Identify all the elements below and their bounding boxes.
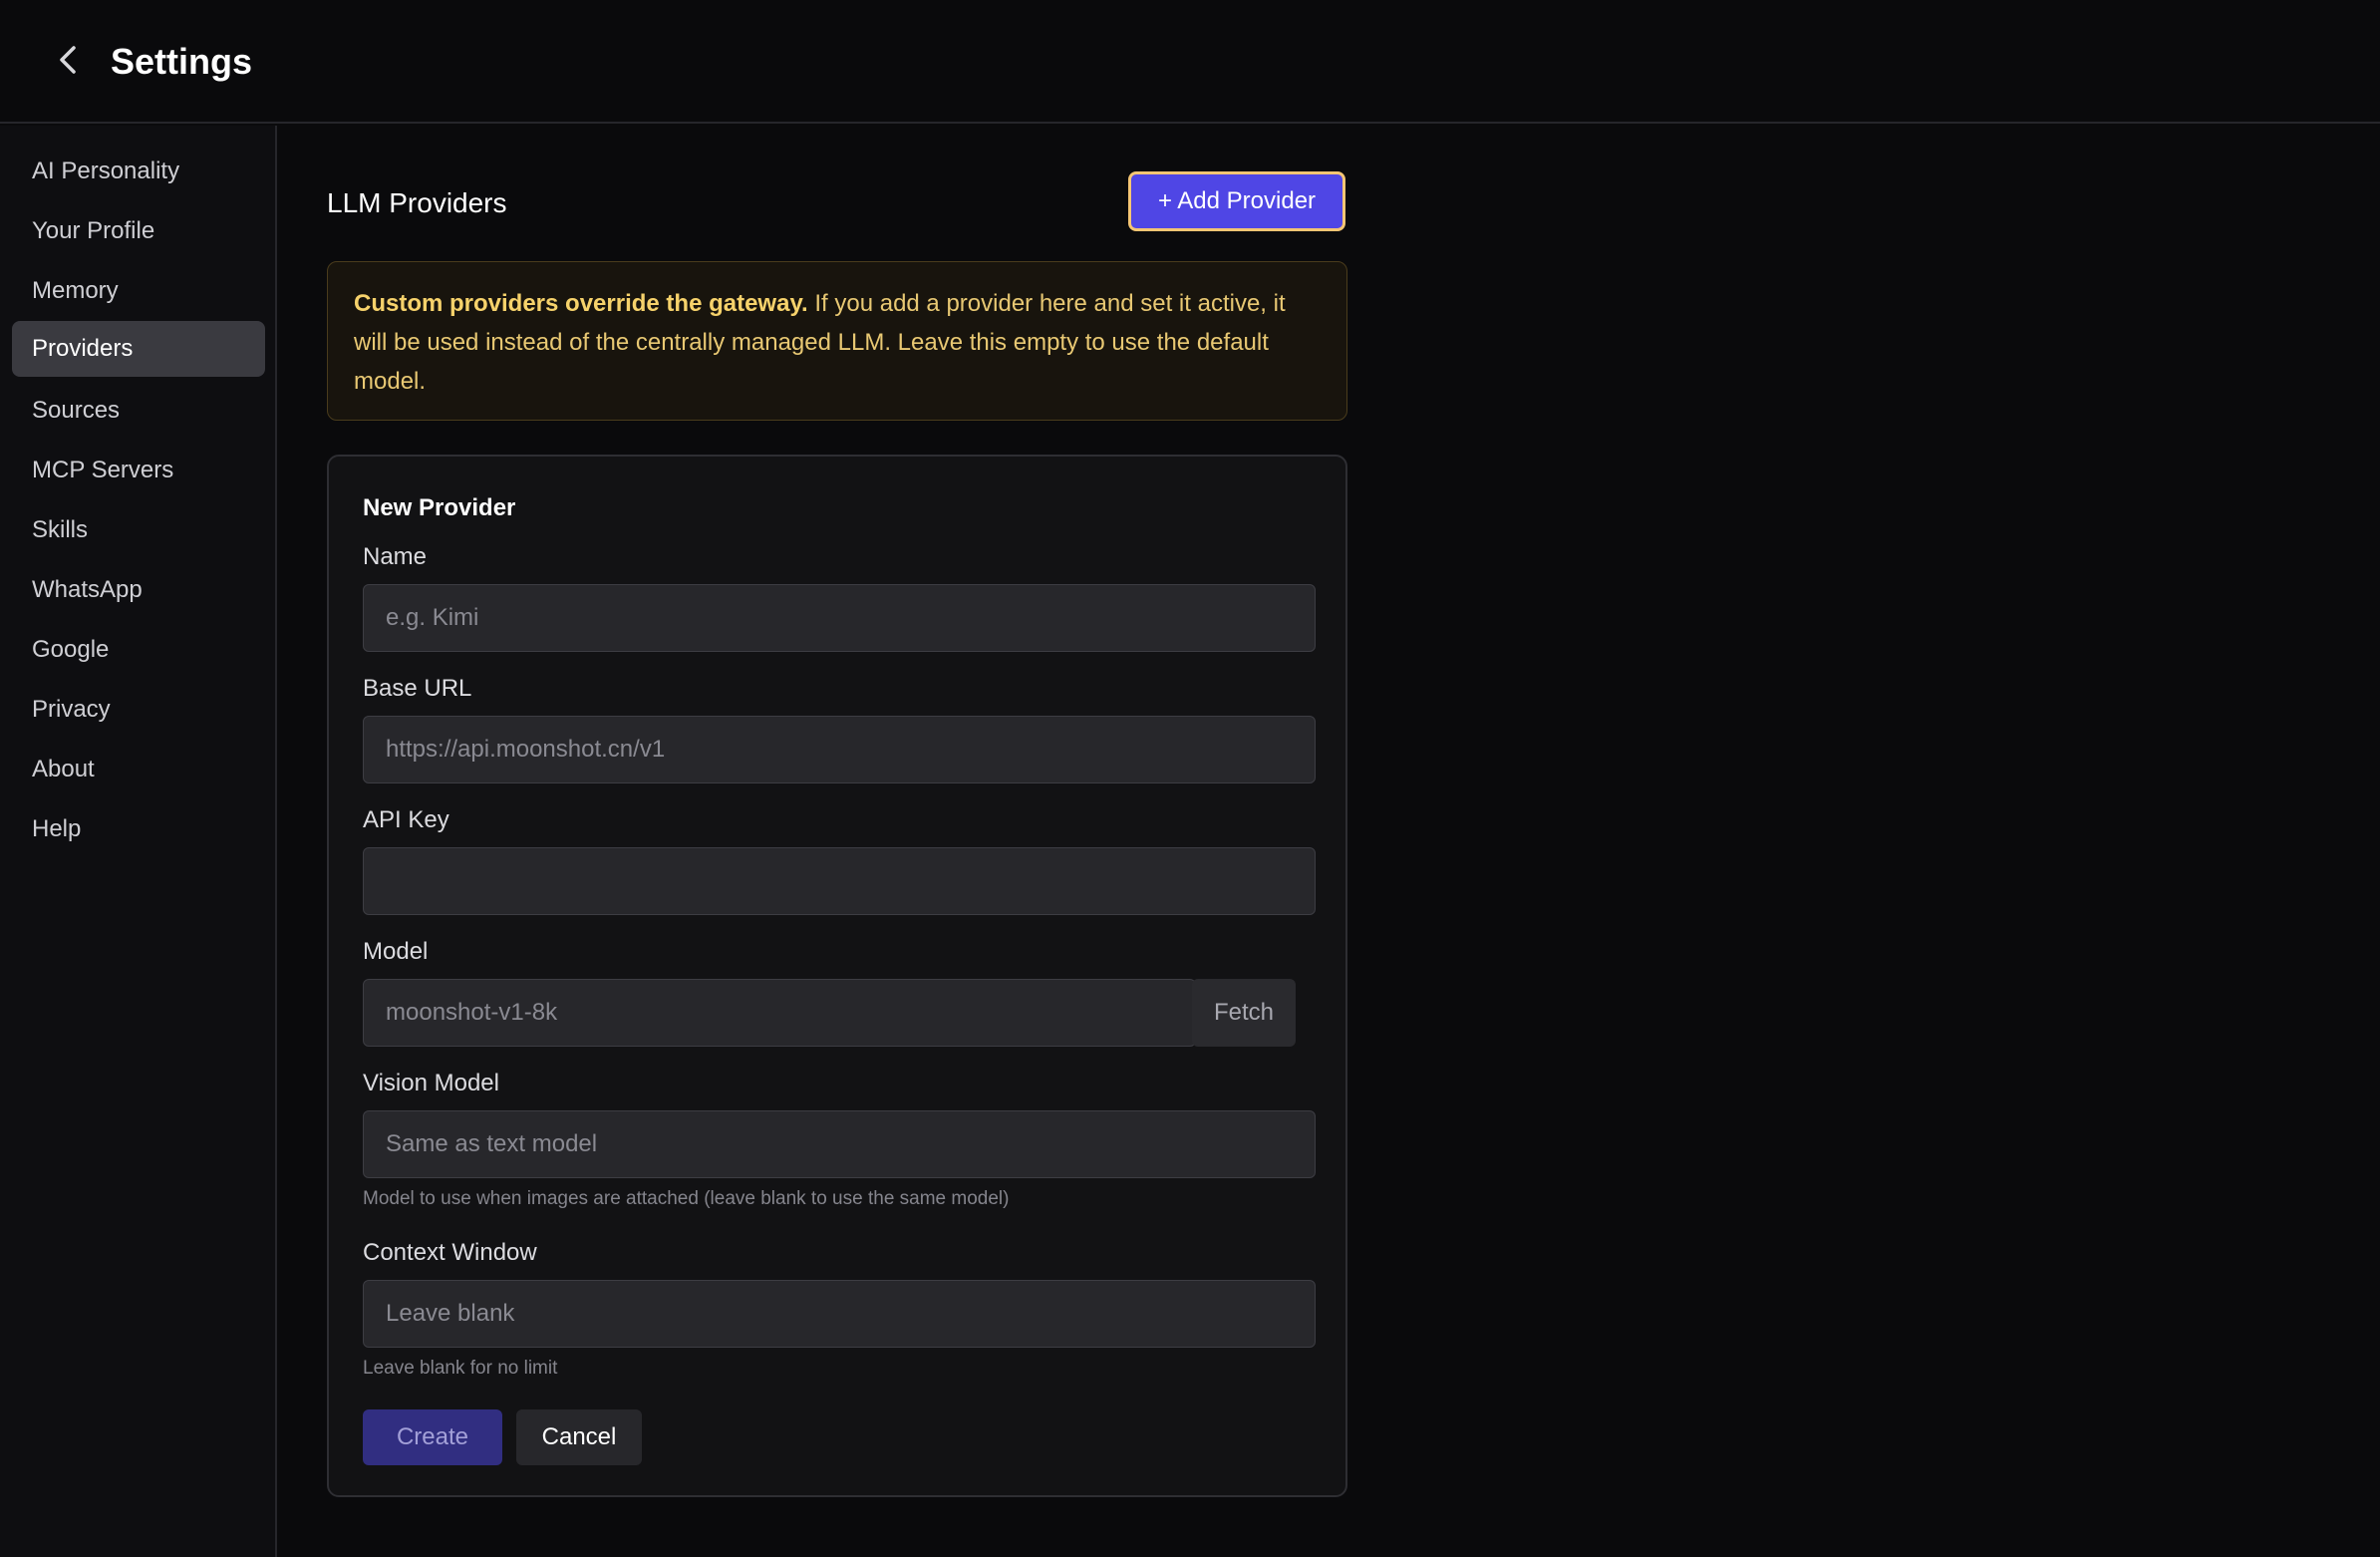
context-window-label: Context Window [363,1239,537,1266]
add-provider-button[interactable]: + Add Provider [1128,171,1345,231]
sidebar-item-help[interactable]: Help [12,801,265,857]
sidebar-item-label: Sources [32,397,121,424]
api-key-input[interactable] [363,847,1316,915]
sidebar-item-about[interactable]: About [12,742,265,797]
sidebar-item-memory[interactable]: Memory [12,263,265,319]
context-window-placeholder: Leave blank [386,1300,515,1327]
override-notice: Custom providers override the gateway. I… [327,261,1347,421]
sidebar-item-label: Memory [32,277,119,304]
sidebar-item-mcp-servers[interactable]: MCP Servers [12,443,265,498]
page-title: Settings [111,41,253,82]
vision-model-placeholder: Same as text model [386,1130,598,1157]
cancel-button[interactable]: Cancel [516,1409,642,1465]
base-url-label: Base URL [363,675,472,702]
model-label: Model [363,938,429,965]
notice-bold-text: Custom providers override the gateway. [354,290,808,317]
sidebar-item-label: Skills [32,516,89,543]
context-window-input[interactable]: Leave blank [363,1280,1316,1348]
sidebar-item-label: MCP Servers [32,457,174,483]
chevron-left-icon [57,44,79,81]
back-button[interactable] [48,40,88,84]
settings-sidebar: AI Personality Your Profile Memory Provi… [0,126,277,1557]
model-input[interactable]: moonshot-v1-8k [363,979,1196,1047]
sidebar-item-whatsapp[interactable]: WhatsApp [12,562,265,618]
sidebar-item-label: WhatsApp [32,576,143,603]
sidebar-item-label: Providers [32,335,134,362]
base-url-input[interactable]: https://api.moonshot.cn/v1 [363,716,1316,783]
model-placeholder: moonshot-v1-8k [386,999,558,1026]
sidebar-item-privacy[interactable]: Privacy [12,682,265,738]
top-bar: Settings [0,0,2380,124]
fetch-models-button[interactable]: Fetch [1192,979,1296,1047]
sidebar-item-providers[interactable]: Providers [12,321,265,377]
sidebar-item-ai-personality[interactable]: AI Personality [12,144,265,199]
sidebar-item-label: Help [32,815,82,842]
sidebar-item-label: AI Personality [32,157,180,184]
name-input[interactable]: e.g. Kimi [363,584,1316,652]
card-title: New Provider [363,494,516,521]
sidebar-item-sources[interactable]: Sources [12,383,265,439]
sidebar-item-label: About [32,756,95,782]
sidebar-item-your-profile[interactable]: Your Profile [12,203,265,259]
base-url-placeholder: https://api.moonshot.cn/v1 [386,736,666,763]
sidebar-item-label: Google [32,636,110,663]
vision-model-label: Vision Model [363,1070,499,1096]
section-title: LLM Providers [327,187,507,218]
sidebar-item-skills[interactable]: Skills [12,502,265,558]
sidebar-item-google[interactable]: Google [12,622,265,678]
create-button[interactable]: Create [363,1409,502,1465]
api-key-label: API Key [363,806,449,833]
vision-model-hint: Model to use when images are attached (l… [363,1188,1010,1209]
new-provider-card: New Provider Name e.g. Kimi Base URL htt… [327,455,1347,1497]
main-content: LLM Providers + Add Provider Custom prov… [279,126,2380,1557]
context-window-hint: Leave blank for no limit [363,1358,558,1379]
name-label: Name [363,543,428,570]
vision-model-input[interactable]: Same as text model [363,1110,1316,1178]
name-placeholder: e.g. Kimi [386,604,479,631]
sidebar-item-label: Privacy [32,696,111,723]
sidebar-item-label: Your Profile [32,217,155,244]
